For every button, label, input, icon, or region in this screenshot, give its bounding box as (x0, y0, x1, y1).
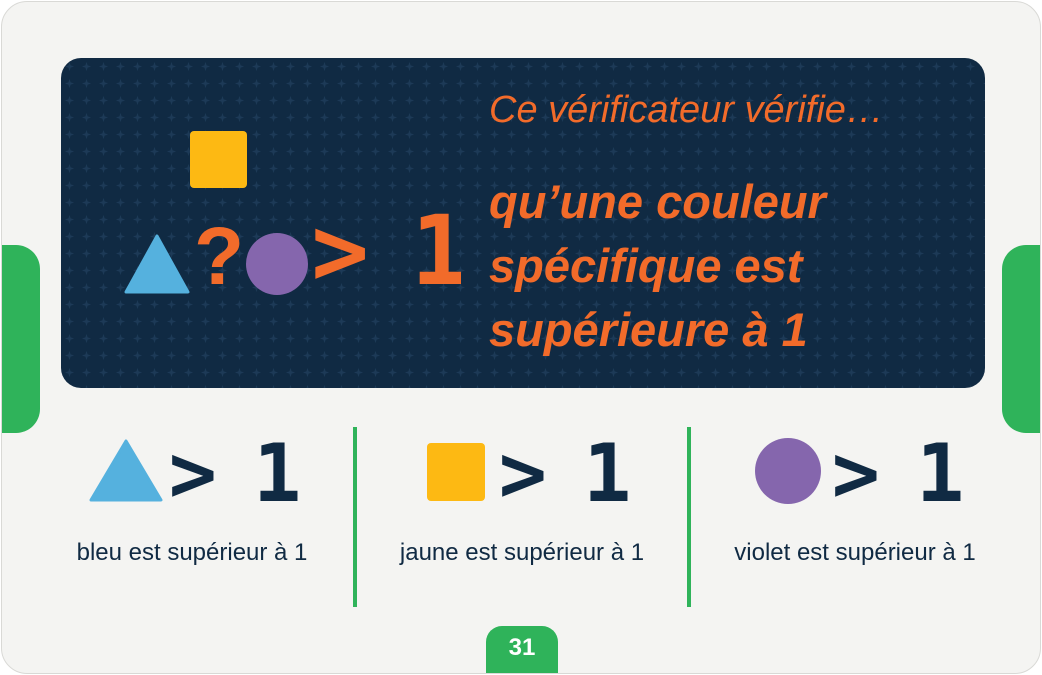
left-green-tab (2, 245, 40, 433)
option-purple-symbols: > 1 (755, 427, 967, 517)
purple-circle-icon (755, 438, 821, 504)
option-purple-label: violet est supérieur à 1 (734, 539, 976, 566)
option-blue-comparison: > 1 (169, 427, 298, 517)
right-green-tab (1002, 245, 1040, 433)
hero-symbols: ? > 1 (124, 131, 461, 307)
blue-triangle-icon (89, 439, 163, 502)
verifier-criterion: qu’une couleur spécifique est supérieure… (489, 175, 826, 356)
option-blue-label: bleu est supérieur à 1 (76, 539, 308, 566)
blue-triangle-icon (124, 234, 190, 294)
option-purple: > 1 violet est supérieur à 1 (690, 427, 1020, 617)
purple-circle-icon (246, 233, 308, 295)
option-blue: > 1 bleu est supérieur à 1 (27, 427, 357, 617)
page-number: 31 (486, 626, 558, 673)
option-yellow-comparison: > 1 (499, 427, 628, 517)
header-panel: ? > 1 Ce vérificateur vérifie… qu’une co… (61, 58, 985, 388)
option-yellow: > 1 jaune est supérieur à 1 (357, 427, 687, 617)
option-yellow-label: jaune est supérieur à 1 (399, 539, 645, 566)
option-blue-symbols: > 1 (89, 427, 304, 517)
yellow-square-icon (427, 443, 485, 501)
option-yellow-symbols: > 1 (427, 427, 634, 517)
comparison-greater-than-one: > 1 (311, 195, 461, 307)
yellow-square-icon (190, 131, 247, 188)
verifier-title: Ce vérificateur vérifie… (489, 89, 884, 131)
question-mark: ? (194, 211, 244, 302)
option-purple-comparison: > 1 (832, 427, 961, 517)
verifier-card: ? > 1 Ce vérificateur vérifie… qu’une co… (1, 1, 1041, 674)
